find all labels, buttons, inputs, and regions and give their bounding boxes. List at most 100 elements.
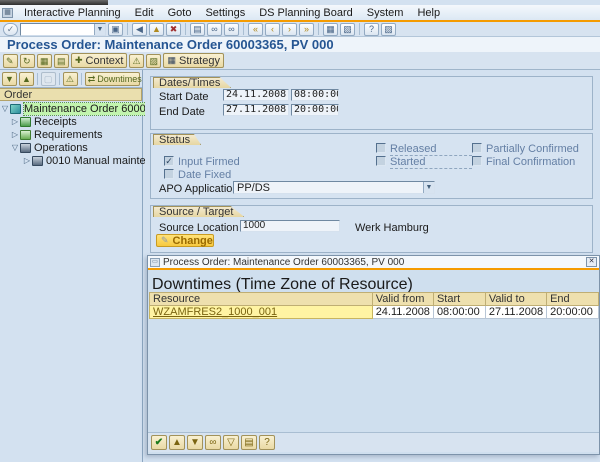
help-icon[interactable]: ? [259, 435, 275, 450]
started-checkbox[interactable] [376, 156, 386, 166]
tree-item-receipts[interactable]: ▷ Receipts [0, 115, 142, 128]
refresh-icon: ↻ [23, 55, 31, 67]
resource-link[interactable]: WZAMFRES2_1000_001 [153, 306, 277, 318]
enter-icon[interactable]: ✓ [3, 23, 18, 36]
dropdown-icon[interactable]: ▼ [423, 182, 434, 193]
display-button[interactable]: ▤ [54, 54, 69, 68]
context-button[interactable]: ✚ Context [71, 53, 127, 68]
print-icon[interactable]: ▤ [190, 23, 205, 36]
confirm-icon[interactable]: ✔ [151, 435, 167, 450]
expand-icon[interactable]: ▷ [10, 117, 20, 126]
dialog-icon: ▭ [150, 258, 160, 267]
source-location-field[interactable]: 1000 [240, 220, 340, 232]
find-icon[interactable]: ∞ [207, 23, 222, 36]
new-session-icon[interactable]: ▦ [323, 23, 338, 36]
date-fixed-label: Date Fixed [178, 169, 231, 181]
resource-cell[interactable]: WZAMFRES2_1000_001 [150, 306, 373, 319]
menu-edit[interactable]: Edit [128, 7, 161, 19]
menu-settings[interactable]: Settings [198, 7, 252, 19]
close-icon[interactable]: ✕ [586, 257, 597, 267]
find-next-icon[interactable]: ∞ [224, 23, 239, 36]
tree-item-label: Receipts [34, 116, 77, 128]
end-date-field[interactable]: 27.11.2008 [223, 104, 289, 116]
source-location-description: Werk Hamburg [355, 222, 429, 234]
collapse-icon[interactable]: ▽ [10, 143, 20, 152]
column-valid-from: Valid from [372, 293, 433, 306]
dialog-title-bar[interactable]: ▭ Process Order: Maintenance Order 60003… [148, 256, 599, 268]
tree-toolbar: ▼ ▲ ▢ ⚠ ⇄ Downtimes [0, 70, 142, 88]
collapse-icon[interactable]: ▽ [0, 104, 10, 113]
filter-icon[interactable]: ▽ [223, 435, 239, 450]
downtimes-button[interactable]: ⇄ Downtimes [85, 72, 140, 86]
previous-page-icon[interactable]: ‹ [265, 23, 280, 36]
released-checkbox[interactable] [376, 143, 386, 153]
expand-icon[interactable]: ▷ [10, 130, 20, 139]
table-row: WZAMFRES2_1000_001 24.11.2008 08:00:00 2… [150, 306, 599, 319]
refresh-button[interactable]: ↻ [20, 54, 35, 68]
partially-confirmed-checkbox[interactable] [472, 143, 482, 153]
expand-all-button[interactable]: ▼ [2, 72, 17, 86]
alert-icon: ⚠ [66, 73, 74, 85]
menu-interactive-planning[interactable]: Interactive Planning [17, 7, 128, 19]
tree-item-requirements[interactable]: ▷ Requirements [0, 128, 142, 141]
title-bar: Process Order: Maintenance Order 6000336… [0, 37, 600, 52]
source-location-value: 1000 [243, 220, 265, 231]
back-icon[interactable]: ◀ [132, 23, 147, 36]
status-groupbox: Status Released Partially Confirmed Inpu… [150, 133, 593, 199]
detail-icon: ▦ [40, 55, 49, 67]
strategy-button[interactable]: ▦ Strategy [163, 53, 223, 68]
help-icon[interactable]: ? [364, 23, 379, 36]
column-valid-to: Valid to [485, 293, 546, 306]
exit-icon[interactable]: ▲ [149, 23, 164, 36]
next-page-icon[interactable]: › [282, 23, 297, 36]
menu-ds-planning-board[interactable]: DS Planning Board [252, 7, 360, 19]
tree-item-maintenance-order[interactable]: ▽ Maintenance Order 60003365 [0, 102, 142, 115]
chart-button[interactable]: ▨ [146, 54, 161, 68]
dialog-toolbar: ✔ ▲ ▼ ∞ ▽ ▤ ? [148, 432, 599, 452]
alerts-button[interactable]: ⚠ [63, 72, 78, 86]
standard-toolbar: ✓ ▼ ▣ ◀ ▲ ✖ ▤ ∞ ∞ « ‹ › » ▦ ▧ ? ▨ [0, 22, 600, 37]
detail-button[interactable]: ▦ [37, 54, 52, 68]
command-dropdown-icon[interactable]: ▼ [94, 24, 105, 35]
end-time-field[interactable]: 20:00:00 [291, 104, 339, 116]
print-icon[interactable]: ▤ [241, 435, 257, 450]
start-time-field[interactable]: 08:00:00 [291, 89, 339, 101]
change-button[interactable]: ✎ Change [156, 234, 214, 247]
input-firmed-checkbox[interactable] [164, 156, 174, 166]
start-date-field[interactable]: 24.11.2008 [223, 89, 289, 101]
menu-system[interactable]: System [360, 7, 411, 19]
valid-from-cell: 24.11.2008 [372, 306, 433, 319]
system-menu-icon[interactable]: ▦ [2, 8, 13, 18]
cancel-icon[interactable]: ✖ [166, 23, 181, 36]
expand-icon[interactable]: ▷ [22, 156, 32, 165]
command-input[interactable]: ▼ [20, 23, 106, 36]
sap-window: ▦ Interactive Planning Edit Goto Setting… [0, 0, 600, 462]
menu-help[interactable]: Help [410, 7, 447, 19]
shortcut-icon[interactable]: ▧ [340, 23, 355, 36]
first-page-icon[interactable]: « [248, 23, 263, 36]
sort-ascending-icon[interactable]: ▲ [169, 435, 185, 450]
toolbar-separator [318, 23, 319, 35]
edit-button[interactable]: ✎ [3, 54, 18, 68]
last-page-icon[interactable]: » [299, 23, 314, 36]
find-icon[interactable]: ∞ [205, 435, 221, 450]
final-confirmation-checkbox[interactable] [472, 156, 482, 166]
start-date-label: Start Date [159, 91, 209, 103]
save-icon[interactable]: ▣ [108, 23, 123, 36]
toolbar-separator [185, 23, 186, 35]
end-cell: 20:00:00 [547, 306, 599, 319]
tree-item-operation-0010[interactable]: ▷ 0010 Manual maintenance [0, 154, 142, 167]
apo-application-dropdown[interactable]: PP/DS ▼ [233, 181, 435, 194]
tree-item-operations[interactable]: ▽ Operations [0, 141, 142, 154]
order-tree: ▽ Maintenance Order 60003365 ▷ Receipts … [0, 101, 142, 167]
toolbar-separator [243, 23, 244, 35]
menu-bar: ▦ Interactive Planning Edit Goto Setting… [0, 5, 600, 20]
tree-item-label: Operations [34, 142, 88, 154]
customize-icon[interactable]: ▨ [381, 23, 396, 36]
toolbar-separator [359, 23, 360, 35]
collapse-all-button[interactable]: ▲ [19, 72, 34, 86]
sort-descending-icon[interactable]: ▼ [187, 435, 203, 450]
menu-goto[interactable]: Goto [161, 7, 199, 19]
alert-button[interactable]: ⚠ [129, 54, 144, 68]
date-fixed-checkbox[interactable] [164, 169, 174, 179]
